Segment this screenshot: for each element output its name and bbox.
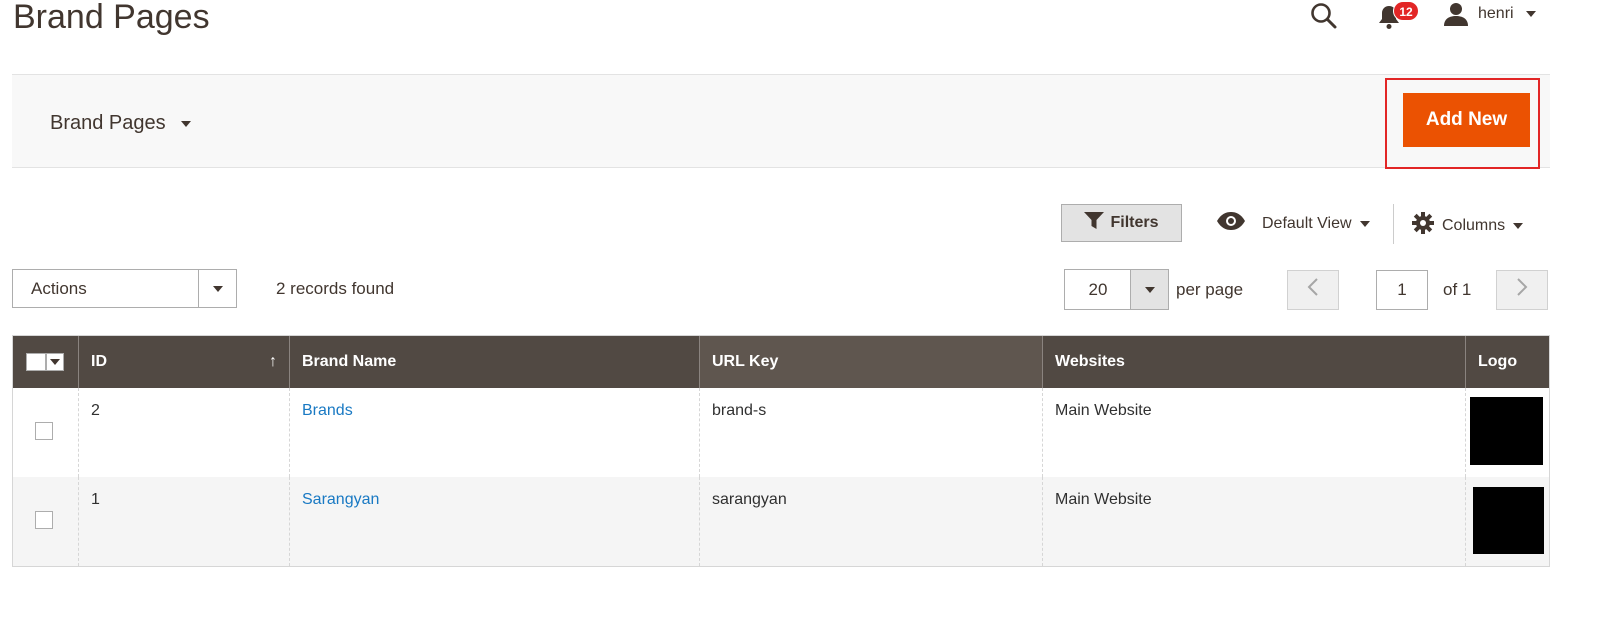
chevron-down-icon xyxy=(1513,222,1524,229)
column-header-websites[interactable]: Websites xyxy=(1042,336,1465,388)
next-page-button[interactable] xyxy=(1496,270,1548,310)
add-new-button[interactable]: Add New xyxy=(1403,93,1530,147)
columns-label: Columns xyxy=(1442,216,1506,234)
chevron-down-icon xyxy=(1526,10,1537,17)
filters-button[interactable]: Filters xyxy=(1061,204,1182,242)
filters-label: Filters xyxy=(1110,214,1159,231)
sort-ascending-icon: ↑ xyxy=(269,353,277,370)
page-title: Brand Pages xyxy=(13,0,210,36)
store-switcher-label: Brand Pages xyxy=(50,112,166,134)
prev-page-button[interactable] xyxy=(1287,270,1339,310)
cell-id: 2 xyxy=(78,388,289,477)
cell-brand-name: Brands xyxy=(289,388,699,477)
total-pages-label: of 1 xyxy=(1443,280,1472,299)
view-label: Default View xyxy=(1262,214,1352,232)
logo-image xyxy=(1470,397,1543,465)
cell-logo xyxy=(1465,477,1549,566)
column-header-url-key[interactable]: URL Key xyxy=(699,336,1042,388)
cell-websites: Main Website xyxy=(1042,388,1465,477)
page-actions-bar xyxy=(12,74,1550,168)
grid-header: ID ↑ Brand Name URL Key Websites Logo xyxy=(13,336,1549,388)
column-header-logo[interactable]: Logo xyxy=(1465,336,1549,388)
mass-actions-label: Actions xyxy=(31,279,87,298)
user-icon[interactable] xyxy=(1444,2,1468,31)
select-all-checkbox[interactable] xyxy=(26,353,46,371)
store-switcher[interactable]: Brand Pages xyxy=(50,112,192,135)
column-header-id[interactable]: ID ↑ xyxy=(78,336,289,388)
eye-icon xyxy=(1216,212,1246,235)
cell-id: 1 xyxy=(78,477,289,566)
chevron-down-icon xyxy=(1359,220,1370,227)
user-name: henri xyxy=(1478,5,1514,22)
row-select-cell xyxy=(13,477,78,566)
brand-name-link[interactable]: Sarangyan xyxy=(302,491,379,508)
logo-image xyxy=(1473,487,1544,554)
row-checkbox[interactable] xyxy=(35,511,53,529)
view-switcher[interactable]: Default View xyxy=(1216,212,1370,235)
per-page-value: 20 xyxy=(1088,280,1108,299)
columns-switcher[interactable]: Columns xyxy=(1412,212,1524,239)
gear-icon xyxy=(1412,212,1434,239)
chevron-down-icon xyxy=(198,270,236,307)
chevron-right-icon xyxy=(1516,277,1528,303)
row-checkbox[interactable] xyxy=(35,422,53,440)
row-select-cell xyxy=(13,388,78,477)
cell-websites: Main Website xyxy=(1042,477,1465,566)
chevron-down-icon xyxy=(1130,270,1168,309)
brand-name-link[interactable]: Brands xyxy=(302,402,353,419)
column-label-id: ID xyxy=(91,353,107,370)
notification-badge[interactable]: 12 xyxy=(1393,1,1419,21)
table-row[interactable]: 2 Brands brand-s Main Website xyxy=(13,388,1549,477)
data-grid: ID ↑ Brand Name URL Key Websites Logo 2 … xyxy=(12,335,1550,567)
chevron-left-icon xyxy=(1307,277,1319,303)
toolbar-divider xyxy=(1393,204,1394,244)
select-all-control[interactable] xyxy=(13,336,78,388)
cell-url-key: brand-s xyxy=(699,388,1042,477)
cell-url-key: sarangyan xyxy=(699,477,1042,566)
column-header-brand-name[interactable]: Brand Name xyxy=(289,336,699,388)
mass-actions-select[interactable]: Actions xyxy=(12,269,237,308)
chevron-down-icon xyxy=(181,120,192,127)
cell-logo xyxy=(1465,388,1549,477)
search-icon[interactable] xyxy=(1310,2,1338,35)
funnel-icon xyxy=(1084,211,1105,235)
page-number-input[interactable]: 1 xyxy=(1376,270,1428,310)
per-page-label: per page xyxy=(1176,280,1244,299)
cell-brand-name: Sarangyan xyxy=(289,477,699,566)
records-found: 2 records found xyxy=(276,279,395,298)
per-page-select[interactable]: 20 xyxy=(1064,269,1169,310)
table-row[interactable]: 1 Sarangyan sarangyan Main Website xyxy=(13,477,1549,566)
user-menu[interactable]: henri xyxy=(1478,5,1537,23)
chevron-down-icon[interactable] xyxy=(46,353,64,371)
